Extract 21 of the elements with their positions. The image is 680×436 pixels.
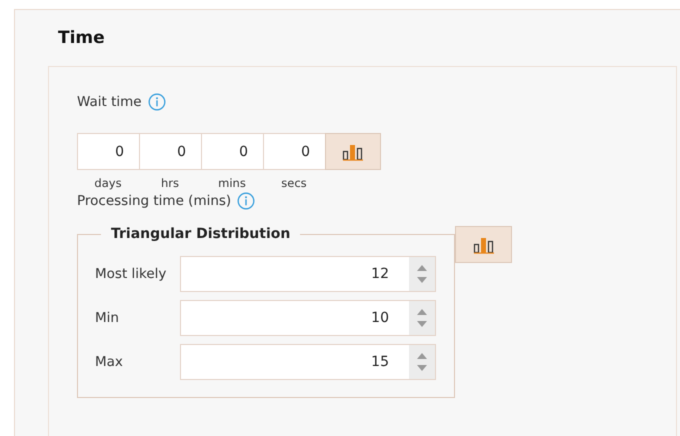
bar-chart-icon (342, 142, 364, 160)
field-label: Wait time (77, 94, 142, 110)
field-label: Min (95, 310, 120, 326)
bar-chart-icon (472, 236, 494, 254)
distribution-button[interactable] (325, 133, 381, 170)
info-icon[interactable] (148, 93, 166, 111)
unit-label: days (93, 176, 123, 190)
field-label: Max (95, 354, 124, 370)
field-label: Most likely (95, 266, 168, 282)
input-field[interactable]: 0 (263, 133, 326, 170)
input-field[interactable]: 0 (201, 133, 264, 170)
unit-label: secs (280, 176, 308, 190)
info-icon[interactable] (237, 192, 256, 210)
unit-label: mins (217, 176, 247, 190)
input-field[interactable]: 0 (139, 133, 202, 170)
group-title: Triangular Distribution (110, 226, 292, 242)
unit-label: hrs (160, 176, 180, 190)
distribution-button[interactable] (455, 226, 512, 263)
input-field[interactable]: 0 (77, 133, 140, 170)
field-label: Processing time (mins) (77, 193, 232, 209)
section-title: Time (58, 28, 106, 48)
